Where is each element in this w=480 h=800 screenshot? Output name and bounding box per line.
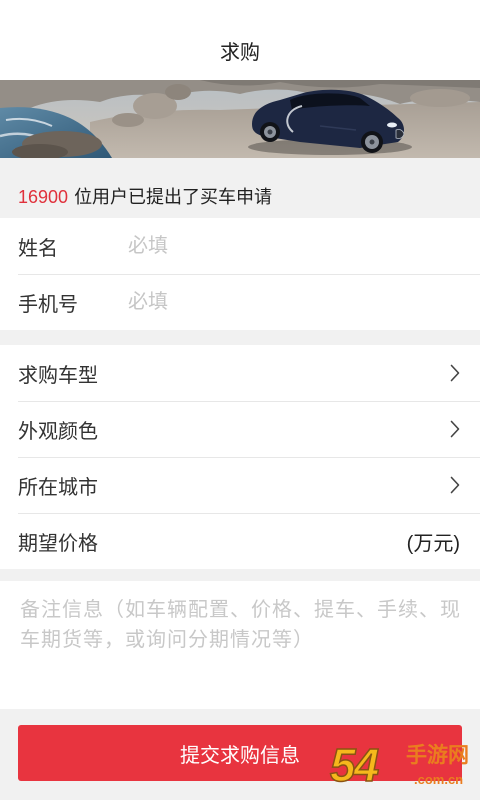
- exterior-color-selector[interactable]: 外观颜色: [0, 401, 480, 457]
- phone-row: 手机号: [0, 274, 480, 330]
- name-row: 姓名: [0, 218, 480, 274]
- remarks-section: [0, 581, 480, 709]
- purchase-options: 求购车型 外观颜色 所在城市 期望价格 (万元): [0, 345, 480, 569]
- expected-price-row: 期望价格 (万元): [0, 513, 480, 569]
- request-count-banner: 16900 位用户已提出了买车申请: [0, 158, 480, 218]
- request-count: 16900: [18, 187, 69, 207]
- page-title: 求购: [220, 42, 260, 64]
- top-bar: 求购: [0, 0, 480, 80]
- name-label: 姓名: [18, 237, 58, 260]
- banner-image: [0, 80, 480, 158]
- request-count-text: 位用户已提出了买车申请: [74, 187, 273, 207]
- chevron-right-icon: [450, 420, 460, 438]
- price-unit: (万元): [406, 532, 460, 555]
- expected-price-label: 期望价格: [18, 532, 98, 555]
- expected-price-input[interactable]: [128, 529, 407, 553]
- name-input[interactable]: [128, 234, 460, 258]
- chevron-right-icon: [450, 476, 460, 494]
- exterior-color-label: 外观颜色: [18, 420, 98, 443]
- submit-request-button[interactable]: 提交求购信息: [18, 725, 462, 781]
- footer: 提交求购信息: [0, 709, 480, 799]
- phone-label: 手机号: [18, 293, 78, 316]
- city-label: 所在城市: [18, 476, 98, 499]
- phone-input[interactable]: [128, 290, 460, 314]
- contact-form: 姓名 手机号: [0, 218, 480, 330]
- chevron-right-icon: [450, 364, 460, 382]
- car-model-label: 求购车型: [18, 364, 98, 387]
- remarks-textarea[interactable]: [20, 595, 465, 695]
- city-selector[interactable]: 所在城市: [0, 457, 480, 513]
- car-model-selector[interactable]: 求购车型: [0, 345, 480, 401]
